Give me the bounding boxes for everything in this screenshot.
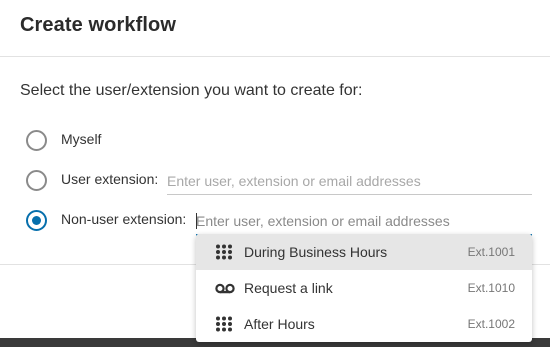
dialpad-icon xyxy=(215,316,233,332)
option-label: During Business Hours xyxy=(244,244,388,260)
text-caret xyxy=(196,213,197,229)
option-extension: Ext.1002 xyxy=(467,317,515,331)
option-extension: Ext.1010 xyxy=(467,281,515,295)
create-workflow-dialog: Create workflow Select the user/extensio… xyxy=(0,0,550,342)
dialpad-icon xyxy=(215,244,233,260)
non-user-extension-input[interactable] xyxy=(196,210,532,232)
dropdown-option[interactable]: Request a link Ext.1010 xyxy=(196,270,532,306)
dropdown-option[interactable]: During Business Hours Ext.1001 xyxy=(196,234,532,270)
non-user-extension-field[interactable] xyxy=(196,210,532,236)
option-myself[interactable]: Myself xyxy=(26,130,166,154)
voicemail-icon xyxy=(215,282,235,298)
non-user-extension-radio[interactable] xyxy=(26,210,47,231)
user-extension-label: User extension: xyxy=(61,171,159,187)
dialog-title: Create workflow xyxy=(20,14,176,36)
option-extension: Ext.1001 xyxy=(467,245,515,259)
user-extension-field[interactable] xyxy=(167,170,532,195)
extension-suggestions-dropdown: During Business Hours Ext.1001 Request a… xyxy=(196,234,532,342)
myself-radio[interactable] xyxy=(26,130,47,151)
non-user-extension-label: Non-user extension: xyxy=(61,211,187,227)
option-user-extension[interactable]: User extension: xyxy=(26,170,166,194)
option-non-user-extension[interactable]: Non-user extension: xyxy=(26,210,196,234)
option-label: Request a link xyxy=(244,280,333,296)
selection-prompt: Select the user/extension you want to cr… xyxy=(20,82,363,99)
option-label: After Hours xyxy=(244,316,315,332)
user-extension-radio[interactable] xyxy=(26,170,47,191)
dialog-header: Create workflow xyxy=(0,0,550,57)
myself-label: Myself xyxy=(61,131,102,147)
user-extension-input[interactable] xyxy=(167,170,532,192)
dropdown-option[interactable]: After Hours Ext.1002 xyxy=(196,306,532,342)
